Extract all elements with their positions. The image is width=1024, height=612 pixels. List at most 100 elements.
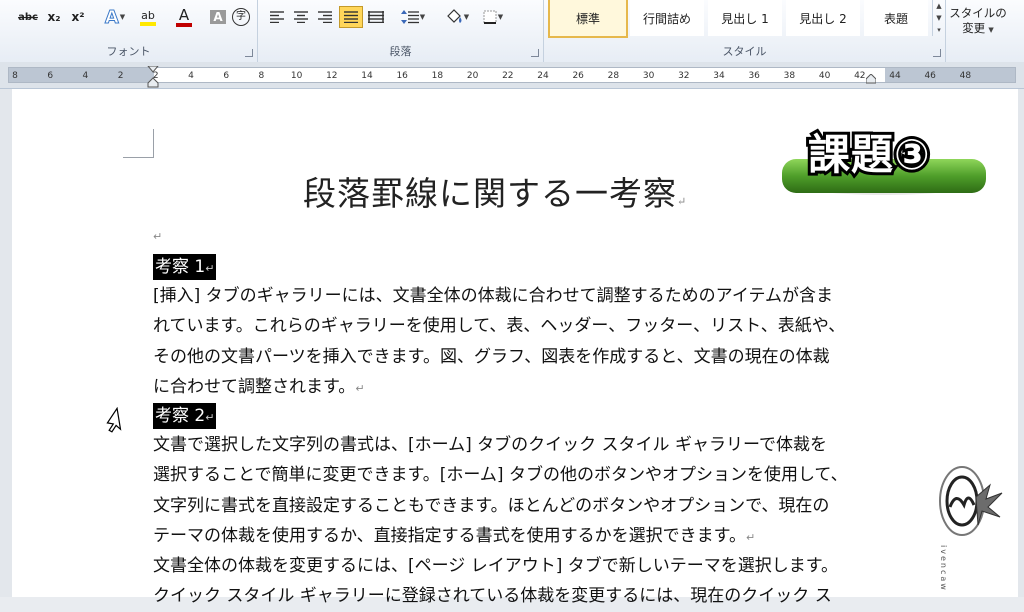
ruler-number: 40 bbox=[818, 71, 831, 81]
align-right-icon bbox=[318, 11, 332, 23]
character-shading-button[interactable]: A bbox=[208, 6, 228, 28]
paragraph-mark: ↵ bbox=[355, 381, 365, 395]
change-styles-button[interactable]: スタイルの変更 ▼ bbox=[948, 6, 1008, 38]
ruler-number: 4 bbox=[82, 71, 89, 81]
styles-dialog-launcher-icon[interactable] bbox=[933, 49, 941, 57]
change-styles-label: スタイルの変更 bbox=[949, 6, 1007, 35]
shading-button[interactable]: ▼ bbox=[442, 6, 472, 28]
ruler-number: 48 bbox=[959, 71, 972, 81]
justify-button[interactable] bbox=[339, 6, 363, 28]
ruler-number: 30 bbox=[642, 71, 655, 81]
align-center-icon bbox=[294, 11, 308, 23]
paragraph-dialog-launcher-icon[interactable] bbox=[531, 49, 539, 57]
ruler-number: 14 bbox=[361, 71, 373, 81]
font-group-label: フォント bbox=[106, 45, 151, 58]
highlight-button[interactable]: ab bbox=[132, 6, 164, 28]
ruler-number: 38 bbox=[783, 71, 796, 81]
enclosed-character-icon: 字 bbox=[232, 8, 250, 26]
ruler-number: 6 bbox=[223, 71, 230, 81]
highlight-icon: ab bbox=[141, 8, 155, 22]
ruler-number: 32 bbox=[678, 71, 690, 81]
character-shading-icon: A bbox=[210, 10, 226, 24]
section-heading[interactable]: 考察 2↵ bbox=[153, 403, 217, 429]
paragraph-mark: ↵ bbox=[205, 411, 215, 424]
text-line: に合わせて調整されます。↵ bbox=[153, 372, 873, 402]
mouse-pointer-icon bbox=[106, 407, 122, 433]
distributed-button[interactable] bbox=[365, 6, 387, 28]
style-normal[interactable]: 標準 bbox=[548, 0, 628, 38]
body-paragraph[interactable]: 文書で選択した文字列の書式は、[ホーム] タブのクイック スタイル ギャラリーで… bbox=[153, 430, 873, 551]
text-line: クイック スタイル ギャラリーに登録されている体裁を変更するには、現在のクイック… bbox=[153, 586, 832, 607]
superscript-button[interactable]: x² bbox=[68, 6, 88, 28]
ruler-number: 36 bbox=[748, 71, 760, 81]
body-paragraph[interactable]: [挿入] タブのギャラリーには、文書全体の体裁に合わせて調整するためのアイテムが… bbox=[153, 281, 873, 402]
font-color-bar bbox=[176, 22, 192, 27]
section-heading[interactable]: 考察 1↵ bbox=[153, 254, 217, 280]
style-label: 見出し 1 bbox=[721, 11, 769, 26]
ruler-number: 34 bbox=[713, 71, 725, 81]
text-effects-icon: A bbox=[104, 6, 119, 28]
border-icon bbox=[483, 10, 497, 24]
style-heading-1[interactable]: 見出し 1 bbox=[708, 0, 782, 36]
styles-group-label: スタイル bbox=[722, 45, 767, 58]
strikethrough-button[interactable]: abc bbox=[16, 6, 40, 28]
line-spacing-button[interactable]: ▼ bbox=[398, 6, 428, 28]
ruler-number: 4 bbox=[188, 71, 194, 81]
channel-logo: ivencaw bbox=[936, 461, 1006, 592]
style-title[interactable]: 表題 bbox=[864, 0, 928, 36]
align-right-button[interactable] bbox=[314, 6, 336, 28]
ruler-number: 18 bbox=[431, 71, 444, 81]
ruler-margin-left bbox=[9, 68, 154, 82]
ruler-number: 12 bbox=[326, 71, 338, 81]
horizontal-ruler[interactable]: 8 6 4 2 2 4 6 8 10 12 14 16 18 20 22 24 26 28 30 32 34 36 38 40… bbox=[0, 62, 1024, 89]
section-heading-text: 考察 2 bbox=[155, 406, 206, 426]
indent-marker-icon[interactable] bbox=[147, 66, 159, 88]
text-line: 文書全体の体裁を変更するには、[ページ レイアウト] タブで新しいテーマを選択し… bbox=[153, 556, 839, 576]
chevron-down-icon: ▼ bbox=[119, 13, 126, 21]
font-dialog-launcher-icon[interactable] bbox=[245, 49, 253, 57]
ruler-number: 46 bbox=[924, 71, 936, 81]
styles-group: 標準 行間詰め 見出し 1 見出し 2 表題 ▲ ▼ ▾ スタイル bbox=[544, 0, 946, 62]
style-no-spacing[interactable]: 行間詰め bbox=[630, 0, 704, 36]
enclosed-character-button[interactable]: 字 bbox=[230, 6, 252, 28]
ribbon: abc x₂ x² A ▼ ab A A 字 フォント ▼ ▼ ▼ 段落 標準 … bbox=[0, 0, 1024, 63]
chevron-down-icon: ▼ bbox=[986, 26, 994, 34]
right-indent-marker-icon[interactable] bbox=[866, 74, 876, 86]
body-paragraph[interactable]: 文書全体の体裁を変更するには、[ページ レイアウト] タブで新しいテーマを選択し… bbox=[153, 551, 873, 612]
borders-button[interactable]: ▼ bbox=[478, 6, 508, 28]
align-left-button[interactable] bbox=[266, 6, 288, 28]
logo-text: ivencaw bbox=[939, 545, 948, 592]
style-heading-2[interactable]: 見出し 2 bbox=[786, 0, 860, 36]
align-center-button[interactable] bbox=[290, 6, 312, 28]
text-effects-button[interactable]: A ▼ bbox=[100, 6, 130, 28]
margin-corner-mark bbox=[123, 129, 154, 158]
assignment-badge-text: 課題③ bbox=[805, 127, 933, 182]
subscript-button[interactable]: x₂ bbox=[44, 6, 64, 28]
text-line: 文書で選択した文字列の書式は、[ホーム] タブのクイック スタイル ギャラリーで… bbox=[153, 435, 827, 455]
style-label: 標準 bbox=[575, 11, 600, 26]
ruler-number: 10 bbox=[290, 71, 303, 81]
section-heading-text: 考察 1 bbox=[155, 257, 206, 277]
ruler-number: 44 bbox=[889, 71, 901, 81]
text-line: 選択することで簡単に変更できます。[ホーム] タブの他のボタンやオプションを使用… bbox=[153, 465, 848, 486]
text-line: テーマの体裁を使用するか、直接指定する書式を使用するかを選択できます。↵ bbox=[153, 521, 873, 551]
font-color-button[interactable]: A bbox=[168, 6, 200, 28]
text-line: その他の文書パーツを挿入できます。図、グラフ、図表を作成すると、文書の現在の体裁 bbox=[153, 346, 830, 367]
justify-icon bbox=[344, 11, 358, 23]
paragraph-group: ▼ ▼ ▼ 段落 bbox=[258, 0, 544, 62]
paint-bucket-icon bbox=[446, 9, 462, 23]
style-gallery-scroll[interactable]: ▲ ▼ ▾ bbox=[932, 0, 945, 36]
text-line: れています。これらのギャラリーを使用して、表、ヘッダー、フッター、リスト、表紙や… bbox=[153, 316, 846, 337]
style-label: 見出し 2 bbox=[799, 11, 847, 26]
document-workspace: 段落罫線に関する一考察↵ ↵ 課題③ 考察 1↵ [挿入] タブのギャラリーには… bbox=[0, 89, 1024, 606]
highlight-color-bar bbox=[140, 21, 156, 26]
document-title[interactable]: 段落罫線に関する一考察↵ bbox=[303, 167, 687, 215]
ruler-number: 24 bbox=[537, 71, 549, 81]
style-label: 表題 bbox=[883, 11, 908, 26]
ruler-band: 8 6 4 2 2 4 6 8 10 12 14 16 18 20 22 24 26 28 30 32 34 36 38 40… bbox=[8, 67, 1016, 83]
font-color-icon: A bbox=[178, 5, 190, 24]
text-line-content: に合わせて調整されます。 bbox=[153, 376, 356, 397]
paragraph-mark: ↵ bbox=[677, 195, 688, 208]
ruler-number: 42 bbox=[854, 71, 866, 81]
paragraph-mark: ↵ bbox=[205, 262, 215, 275]
